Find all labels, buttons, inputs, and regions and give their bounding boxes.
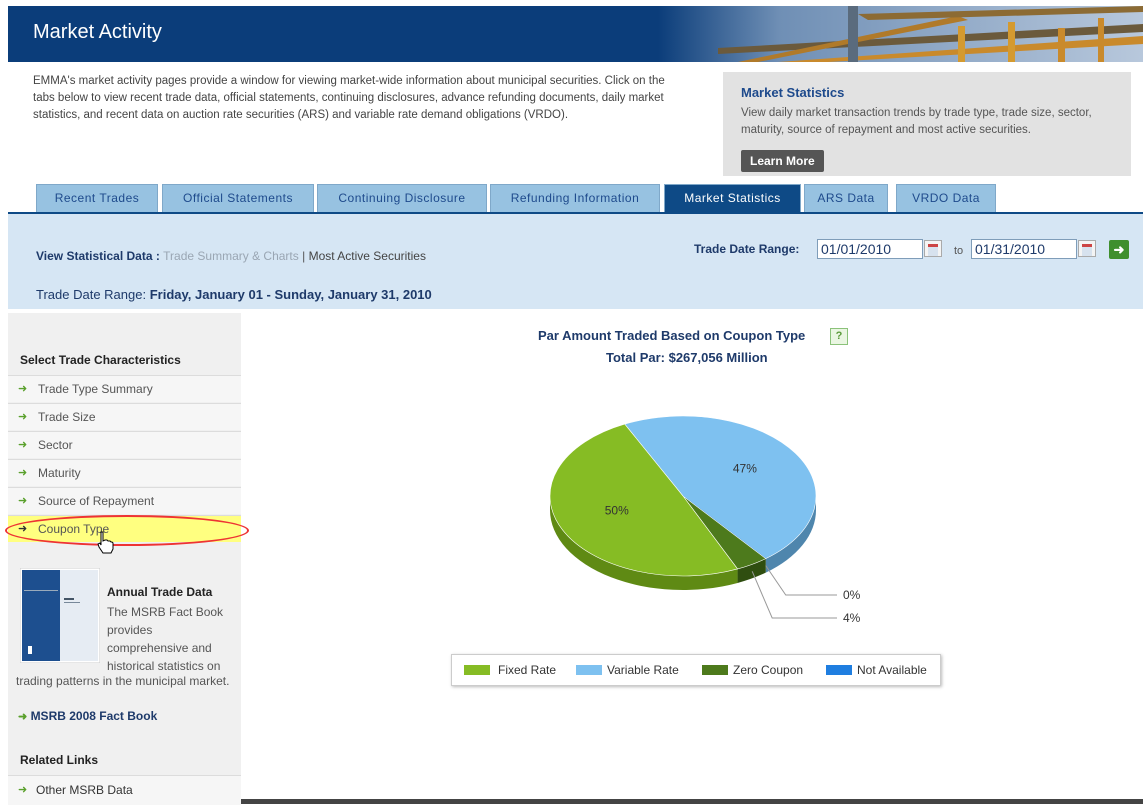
trade-summary-link[interactable]: Trade Summary & Charts — [163, 249, 299, 263]
bridge-banner-image — [658, 6, 1143, 62]
arrow-icon: ➜ — [18, 467, 28, 479]
annual-trade-data-description-cont: trading patterns in the municipal market… — [16, 674, 230, 688]
tab-official-statements[interactable]: Official Statements — [162, 184, 314, 213]
other-msrb-data-link[interactable]: ➜ Other MSRB Data — [8, 775, 241, 805]
tab-market-statistics[interactable]: Market Statistics — [664, 184, 801, 213]
sidebar-item-trade-size[interactable]: ➜ Trade Size — [8, 403, 241, 430]
pie-data-label: 4% — [843, 611, 861, 625]
legend-label: Fixed Rate — [498, 663, 557, 677]
sidebar-item-label: Source of Repayment — [38, 494, 155, 508]
most-active-securities-link[interactable]: Most Active Securities — [309, 249, 426, 263]
legend-label: Variable Rate — [607, 663, 679, 677]
header-banner: Market Activity — [8, 6, 1143, 62]
chart-title: Par Amount Traded Based on Coupon Type — [538, 328, 806, 343]
tab-ars-data[interactable]: ARS Data — [804, 184, 888, 213]
pie-data-label: 50% — [605, 504, 629, 518]
promo-description: View daily market transaction trends by … — [741, 107, 1092, 136]
sidebar-item-source-of-repayment[interactable]: ➜ Source of Repayment — [8, 487, 241, 514]
tab-bar: Recent Trades Official Statements Contin… — [8, 178, 1143, 214]
pie-leader-line — [765, 565, 837, 596]
sidebar: Select Trade Characteristics ➜ Trade Type… — [5, 313, 249, 805]
arrow-icon: ➜ — [18, 711, 28, 723]
sidebar-heading: Select Trade Characteristics — [20, 353, 181, 367]
filter-band: View Statistical Data : Trade Summary & … — [8, 214, 1143, 309]
from-date-input[interactable] — [817, 239, 923, 259]
sidebar-item-trade-type-summary[interactable]: ➜ Trade Type Summary — [8, 375, 241, 402]
selected-range-value: Friday, January 01 - Sunday, January 31,… — [149, 287, 432, 302]
chart-legend: Fixed Rate Variable Rate Zero Coupon Not… — [451, 654, 941, 686]
to-label: to — [954, 245, 964, 257]
tab-recent-trades[interactable]: Recent Trades — [36, 184, 158, 213]
legend-label: Zero Coupon — [733, 663, 804, 677]
to-date-input[interactable] — [971, 239, 1077, 259]
chart-subtitle: Total Par: $267,056 Million — [606, 350, 768, 365]
fact-book-cover-image — [20, 568, 100, 663]
tab-continuing-disclosure[interactable]: Continuing Disclosure — [317, 184, 487, 213]
sidebar-item-label: Sector — [38, 438, 73, 452]
view-label: View Statistical Data : — [36, 249, 160, 263]
sidebar-item-sector[interactable]: ➜ Sector — [8, 431, 241, 458]
other-msrb-data-label: Other MSRB Data — [36, 783, 133, 797]
sidebar-item-label: Maturity — [38, 466, 81, 480]
legend-swatch — [576, 665, 602, 675]
market-statistics-promo: Market Statistics View daily market tran… — [723, 72, 1131, 176]
legend-swatch — [826, 665, 852, 675]
page: Market Activity EMMA's market activity p… — [5, 6, 1143, 805]
bottom-divider — [241, 799, 1143, 804]
fact-book-link[interactable]: ➜ MSRB 2008 Fact Book — [18, 709, 157, 723]
tab-refunding-information[interactable]: Refunding Information — [490, 184, 660, 213]
calendar-icon[interactable] — [924, 240, 942, 257]
view-statistical-data: View Statistical Data : Trade Summary & … — [36, 249, 426, 263]
legend-swatch — [464, 665, 490, 675]
hand-cursor-icon — [97, 531, 114, 554]
selected-range-label: Trade Date Range: — [36, 287, 147, 302]
sidebar-item-label: Trade Size — [38, 410, 96, 424]
calendar-icon[interactable] — [1078, 240, 1096, 257]
annual-trade-data-description: The MSRB Fact Book provides comprehensiv… — [107, 605, 224, 673]
arrow-icon: ➜ — [18, 411, 28, 423]
arrow-icon: ➜ — [18, 495, 28, 507]
learn-more-button[interactable]: Learn More — [741, 150, 824, 172]
sidebar-item-label: Trade Type Summary — [38, 382, 153, 396]
highlight-ellipse — [5, 515, 249, 546]
annual-trade-data-heading: Annual Trade Data — [107, 585, 213, 599]
legend-label: Not Available — [857, 663, 927, 677]
arrow-icon: ➜ — [18, 383, 28, 395]
link-separator: | — [302, 249, 306, 263]
related-links-heading: Related Links — [20, 753, 99, 767]
fact-book-link-label: MSRB 2008 Fact Book — [30, 709, 158, 723]
selected-date-range: Trade Date Range: Friday, January 01 - S… — [36, 287, 432, 302]
arrow-icon: ➜ — [18, 784, 28, 796]
page-title: Market Activity — [33, 21, 162, 43]
tab-vrdo-data[interactable]: VRDO Data — [896, 184, 996, 213]
intro-text: EMMA's market activity pages provide a w… — [33, 75, 665, 121]
promo-title: Market Statistics — [741, 85, 845, 100]
sidebar-item-maturity[interactable]: ➜ Maturity — [8, 459, 241, 486]
arrow-icon: ➜ — [18, 439, 28, 451]
pie-data-label: 47% — [733, 462, 757, 476]
legend-swatch — [702, 665, 728, 675]
go-arrow-button[interactable]: ➜ — [1109, 240, 1129, 259]
pie-data-label: 0% — [843, 588, 861, 602]
pie-chart: 47% 0% 4% 50% — [549, 415, 861, 625]
help-icon[interactable]: ? — [830, 328, 848, 345]
trade-date-range-label: Trade Date Range: — [694, 242, 800, 256]
